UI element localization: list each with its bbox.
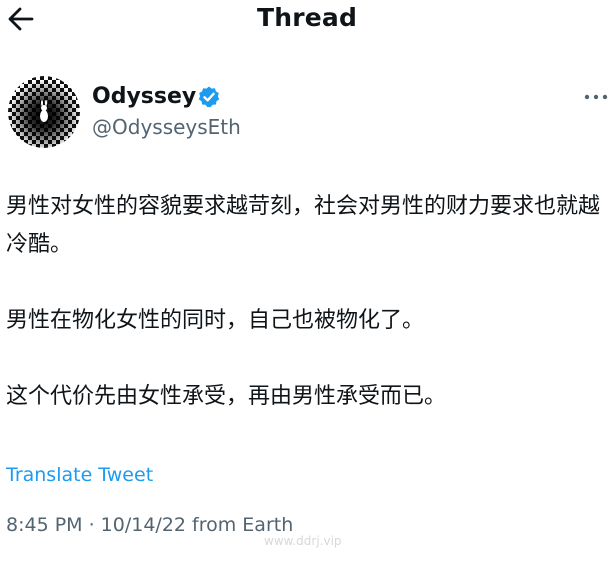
- author-display-name[interactable]: Odyssey: [92, 84, 196, 109]
- avatar[interactable]: [8, 76, 80, 148]
- avatar-image: [8, 76, 80, 148]
- verified-badge-icon: [197, 85, 221, 109]
- thread-header: Thread: [0, 0, 614, 40]
- tweet-timestamp[interactable]: 8:45 PM · 10/14/22 from Earth: [6, 514, 293, 536]
- tweet-paragraph: 这个代价先由女性承受，再由男性承受而已。: [6, 384, 447, 409]
- more-horizontal-icon: [584, 94, 608, 100]
- translate-tweet-link[interactable]: Translate Tweet: [6, 464, 153, 486]
- tweet-text: 男性对女性的容貌要求越苛刻，社会对男性的财力要求也就越冷酷。 男性在物化女性的同…: [6, 188, 610, 454]
- author-handle[interactable]: @OdysseysEth: [92, 115, 241, 139]
- page-title: Thread: [256, 3, 358, 32]
- tweet-paragraph: 男性对女性的容貌要求越苛刻，社会对男性的财力要求也就越冷酷。: [6, 194, 601, 257]
- watermark: www.ddrj.vip: [264, 534, 342, 548]
- tweet-paragraph: 男性在物化女性的同时，自己也被物化了。: [6, 308, 425, 333]
- more-options-button[interactable]: [582, 90, 610, 104]
